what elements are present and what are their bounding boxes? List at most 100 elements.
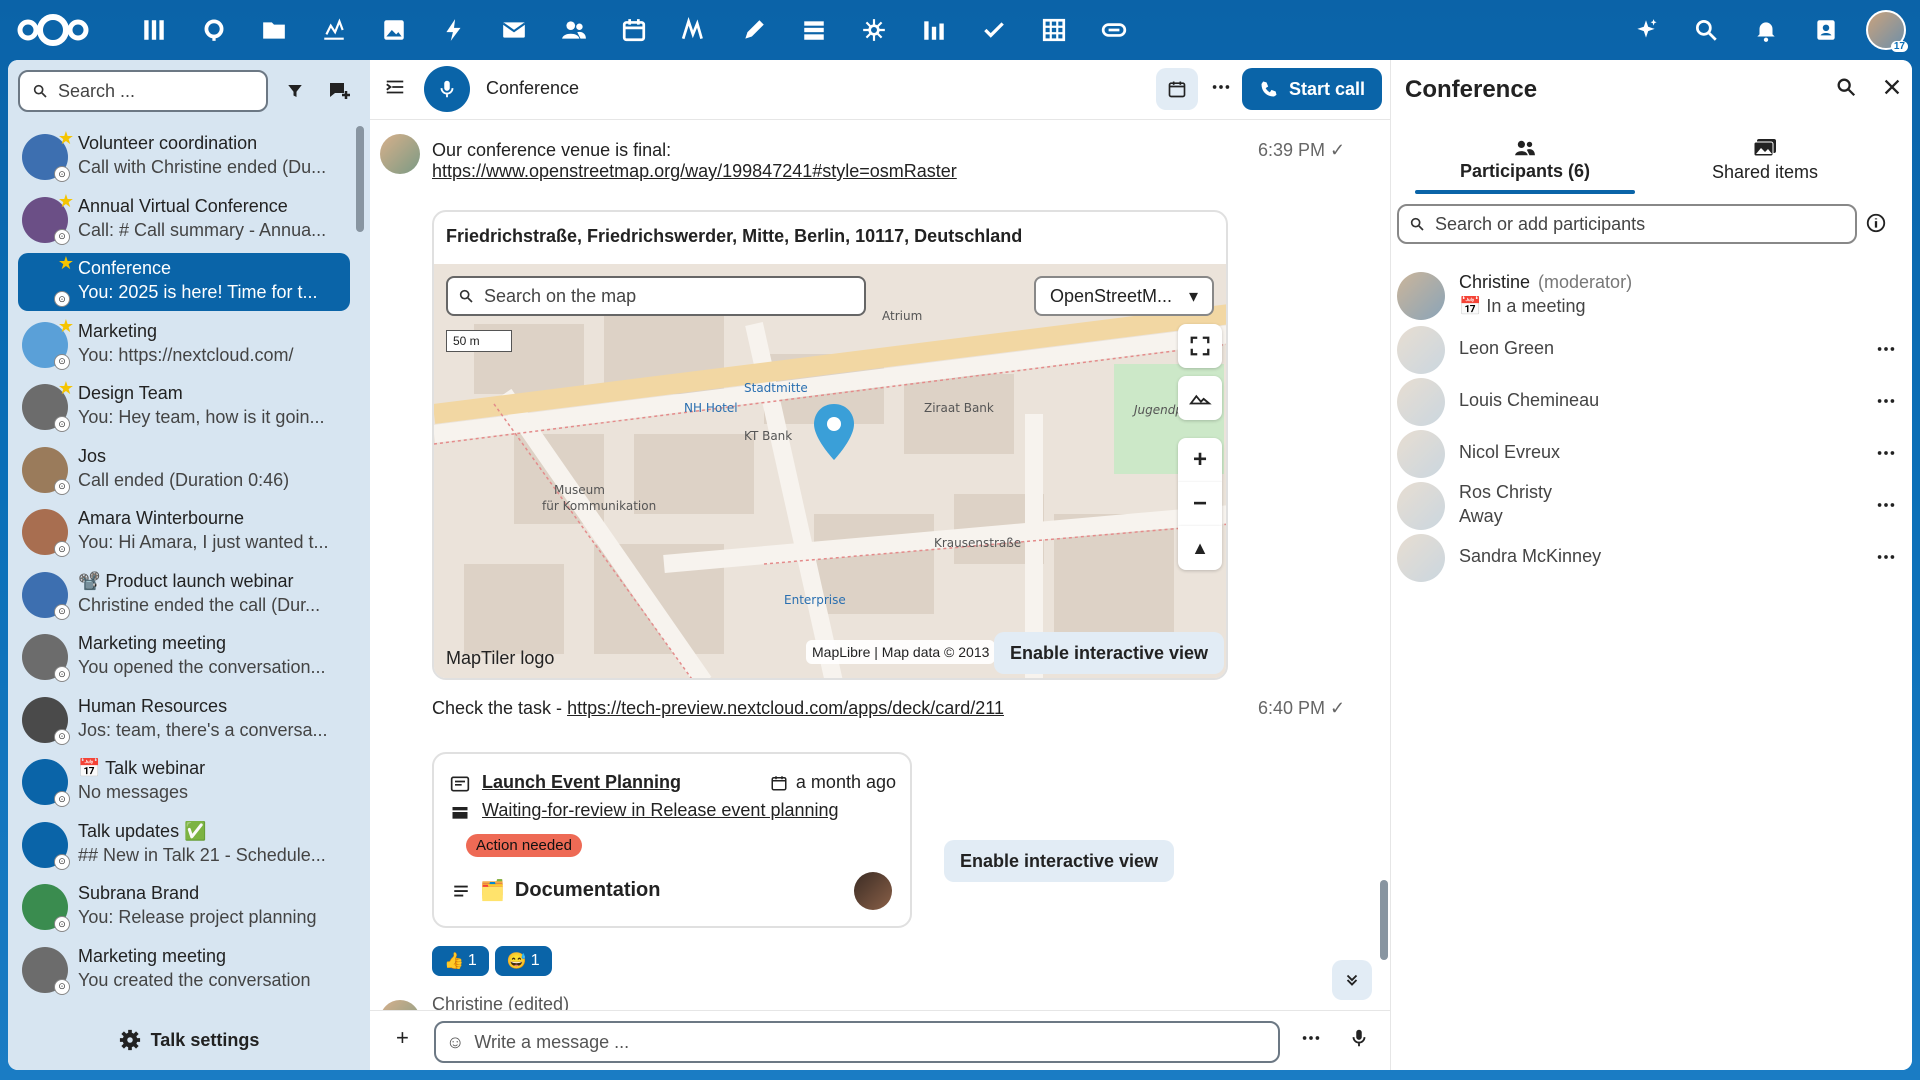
zoom-out-button[interactable]: − bbox=[1178, 482, 1222, 526]
more-options-icon[interactable] bbox=[1210, 76, 1232, 98]
conversation-item[interactable]: ⊙ Marketing meeting You opened the convers… bbox=[18, 628, 350, 686]
info-icon[interactable] bbox=[1865, 212, 1887, 234]
tasks-icon[interactable] bbox=[964, 8, 1024, 52]
message-input[interactable]: ☺ Write a message ... bbox=[434, 1021, 1280, 1063]
conversation-item[interactable]: ★ ⊙ Marketing You: https://nextcloud.com/ bbox=[18, 316, 350, 374]
compass-button[interactable]: ▲ bbox=[1178, 526, 1222, 570]
conversation-item[interactable]: ⊙ Amara Winterbourne You: Hi Amara, I just… bbox=[18, 503, 350, 561]
menu-toggle-icon[interactable] bbox=[384, 76, 406, 98]
link-icon[interactable] bbox=[1084, 8, 1144, 52]
notifications-icon[interactable] bbox=[1736, 8, 1796, 52]
message-link[interactable]: https://www.openstreetmap.org/way/199847… bbox=[432, 161, 957, 181]
fullscreen-button[interactable] bbox=[1178, 324, 1222, 368]
contacts-icon[interactable] bbox=[544, 8, 604, 52]
participant-avatar[interactable] bbox=[1397, 326, 1445, 374]
tab-participants[interactable]: Participants (6) bbox=[1405, 130, 1645, 194]
dashboard-icon[interactable] bbox=[124, 8, 184, 52]
conversation-item[interactable]: ⊙ 📅 Talk webinar No messages bbox=[18, 753, 350, 811]
conversation-item[interactable]: ⊙ Jos Call ended (Duration 0:46) bbox=[18, 441, 350, 499]
mail-icon[interactable] bbox=[484, 8, 544, 52]
more-options-icon[interactable] bbox=[1875, 338, 1897, 360]
more-options-icon[interactable] bbox=[1875, 494, 1897, 516]
participant-avatar[interactable] bbox=[1397, 378, 1445, 426]
conversation-avatar[interactable] bbox=[424, 66, 470, 112]
conversation-item[interactable]: ★ ⊙ Design Team You: Hey team, how is it go… bbox=[18, 378, 350, 436]
scroll-to-bottom-button[interactable] bbox=[1332, 960, 1372, 1000]
participant-item[interactable]: Leon Green bbox=[1397, 322, 1897, 378]
close-icon[interactable] bbox=[1881, 76, 1903, 98]
reaction-sweat-smile[interactable]: 😅 1 bbox=[494, 946, 552, 976]
flash-icon[interactable] bbox=[424, 8, 484, 52]
tab-shared-items[interactable]: Shared items bbox=[1645, 130, 1885, 190]
participant-avatar[interactable] bbox=[1397, 534, 1445, 582]
conversation-search-input[interactable]: Search ... bbox=[18, 70, 268, 112]
handwriting-icon[interactable] bbox=[664, 8, 724, 52]
participant-item[interactable]: Christine (moderator) 📅 In a meeting bbox=[1397, 268, 1897, 324]
participant-avatar[interactable] bbox=[1397, 430, 1445, 478]
avatar[interactable] bbox=[380, 1000, 420, 1010]
conversation-item[interactable]: ⊙ Talk updates ✅ ## New in Talk 21 - Sched… bbox=[18, 816, 350, 874]
map-attribution[interactable]: MapLibre | Map data © 2013 bbox=[806, 640, 996, 664]
search-icon[interactable] bbox=[1676, 8, 1736, 52]
assistant-icon[interactable] bbox=[1616, 8, 1676, 52]
microphone-icon[interactable] bbox=[1348, 1027, 1370, 1049]
calendar-icon[interactable] bbox=[604, 8, 664, 52]
user-avatar[interactable]: 17 bbox=[1866, 10, 1908, 52]
search-icon[interactable] bbox=[1835, 76, 1857, 98]
conversation-item[interactable]: ★ ⊙ Annual Virtual Conference Call: # Call … bbox=[18, 191, 350, 249]
message-link[interactable]: https://tech-preview.nextcloud.com/apps/… bbox=[567, 698, 1004, 718]
conversation-item[interactable]: ★ ⊙ Volunteer coordination Call with Christ… bbox=[18, 128, 350, 186]
more-options-icon[interactable] bbox=[1300, 1027, 1322, 1049]
zoom-in-button[interactable]: + bbox=[1178, 438, 1222, 482]
start-call-button[interactable]: Start call bbox=[1242, 68, 1382, 110]
map-layer-select[interactable]: OpenStreetM... ▾ bbox=[1034, 276, 1214, 316]
terrain-button[interactable] bbox=[1178, 376, 1222, 420]
calendar-button[interactable] bbox=[1156, 68, 1198, 110]
talk-settings-button[interactable]: Talk settings bbox=[8, 1010, 370, 1070]
integration-icon[interactable] bbox=[844, 8, 904, 52]
conversation-title[interactable]: Conference bbox=[486, 78, 579, 99]
participant-avatar[interactable] bbox=[1397, 272, 1445, 320]
conversation-item[interactable]: ★ ⊙ Conference You: 2025 is here! Time for … bbox=[18, 253, 350, 311]
assignee-avatar[interactable] bbox=[854, 872, 892, 910]
emoji-icon[interactable]: ☺ bbox=[446, 1032, 464, 1053]
participant-search-input[interactable]: Search or add participants bbox=[1397, 204, 1857, 244]
participant-item[interactable]: Sandra McKinney bbox=[1397, 530, 1897, 586]
enable-map-interactive-button[interactable]: Enable interactive view bbox=[994, 632, 1224, 674]
filter-button[interactable] bbox=[278, 74, 312, 108]
conversation-item[interactable]: ⊙ Marketing meeting You created the conver… bbox=[18, 941, 350, 999]
contacts-menu-icon[interactable] bbox=[1796, 8, 1856, 52]
talk-icon[interactable] bbox=[184, 8, 244, 52]
files-icon[interactable] bbox=[244, 8, 304, 52]
maptiler-logo[interactable]: MapTiler logo bbox=[446, 648, 554, 669]
more-options-icon[interactable] bbox=[1875, 390, 1897, 412]
photos-icon[interactable] bbox=[364, 8, 424, 52]
activity-icon[interactable] bbox=[304, 8, 364, 52]
new-conversation-button[interactable] bbox=[322, 74, 356, 108]
participant-item[interactable]: Ros Christy Away bbox=[1397, 478, 1897, 534]
conversation-item[interactable]: ⊙ Subrana Brand You: Release project plann… bbox=[18, 878, 350, 936]
conversation-item[interactable]: ⊙ 📽️ Product launch webinar Christine ende… bbox=[18, 566, 350, 624]
chat-scrollbar[interactable] bbox=[1380, 880, 1388, 960]
participant-item[interactable]: Nicol Evreux bbox=[1397, 426, 1897, 482]
deck-card-preview[interactable]: Launch Event Planning a month ago Waitin… bbox=[432, 752, 912, 928]
conversation-type-icon: ⊙ bbox=[54, 791, 70, 807]
notes-icon[interactable] bbox=[724, 8, 784, 52]
avatar[interactable] bbox=[380, 134, 420, 174]
add-attachment-icon[interactable]: + bbox=[396, 1025, 409, 1051]
analytics-icon[interactable] bbox=[904, 8, 964, 52]
more-options-icon[interactable] bbox=[1875, 442, 1897, 464]
reaction-thumbs-up[interactable]: 👍 1 bbox=[432, 946, 489, 976]
enable-deck-interactive-button[interactable]: Enable interactive view bbox=[944, 840, 1174, 882]
participant-avatar[interactable] bbox=[1397, 482, 1445, 530]
deck-stack-icon[interactable] bbox=[784, 8, 844, 52]
conversation-scrollbar[interactable] bbox=[356, 126, 364, 232]
more-options-icon[interactable] bbox=[1875, 546, 1897, 568]
nextcloud-logo[interactable] bbox=[14, 10, 92, 50]
conversation-item[interactable]: ⊙ Human Resources Jos: team, there's a con… bbox=[18, 691, 350, 749]
tables-icon[interactable] bbox=[1024, 8, 1084, 52]
deck-card-title[interactable]: Launch Event Planning bbox=[482, 772, 681, 793]
participant-item[interactable]: Louis Chemineau bbox=[1397, 374, 1897, 430]
map-search-input[interactable]: Search on the map bbox=[446, 276, 866, 316]
deck-stack-link[interactable]: Waiting-for-review in Release event plan… bbox=[482, 800, 839, 821]
